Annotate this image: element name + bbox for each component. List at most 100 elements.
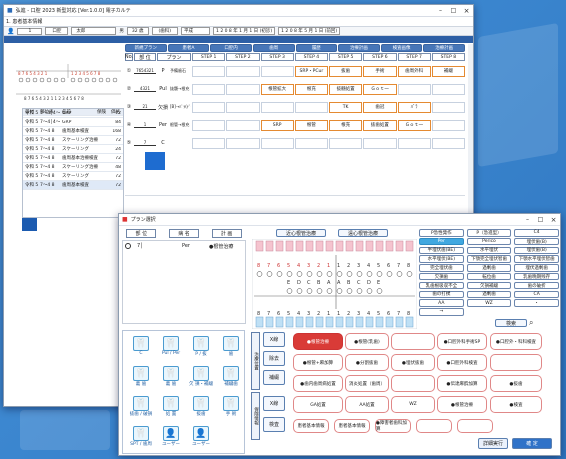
step-cell[interactable] [397,137,431,149]
step-cell[interactable]: Ｇｏｔ一 [397,119,431,131]
bottom-treatment-button[interactable]: 患者基本情報 [293,419,329,433]
disease-button[interactable]: 下顎完全埋伏智歯 [466,255,512,263]
step-cell[interactable] [294,101,328,113]
toolbar-button[interactable]: 歯周 [252,44,295,52]
step-cell[interactable] [431,83,465,95]
step-cell[interactable]: 抜歯 [329,65,363,77]
plan-row[interactable]: ⑤7C [125,135,465,151]
plan-row[interactable]: ③21欠損[B]→ﾊﾞﾗ(ﾃﾞｲ)TK歯冠ﾊﾞﾗ [125,99,465,115]
disease-button[interactable]: 埋伏歯(B) [514,246,559,255]
maximize-icon[interactable]: □ [534,214,547,226]
disease-button[interactable]: Perico [466,237,512,246]
treatment-button[interactable] [391,333,435,350]
bottom-treatment-button[interactable]: ●障害者歯科加算 [375,419,411,433]
treatment-button[interactable] [391,375,435,392]
category-button[interactable]: 🦷 抜歯 [187,394,215,422]
plan-selected-block[interactable] [145,152,165,170]
step-cell[interactable]: 歯冠 [363,101,397,113]
plan-row[interactable]: ② 4321 Pul 抜髄→根充 根管拡大 根充 抜髄処置 Ｇｏｔ一 [125,81,465,97]
disease-button[interactable]: 欠損補綴 [466,281,512,290]
plan-list-row[interactable]: 7│ Per ●根管治療 [123,241,245,251]
step-cell[interactable]: 抜髄処置 [329,83,363,95]
category-button[interactable]: 🦷 欠 損・補綴 [187,364,215,392]
treatment-button[interactable]: ●分割抜歯 [345,354,389,371]
treatment-button[interactable]: ●根管(乳歯) [345,333,389,350]
bottom-treatment-button[interactable]: 患者基本情報 [334,419,370,433]
plan-row[interactable]: ① 7654321 P 予備歯石 SRP・PCur 抜歯 手術 歯周外科 補綴 [125,63,465,79]
step-cell[interactable] [192,119,226,131]
treatment-button[interactable]: ●根管治療 [437,396,487,413]
disease-button[interactable]: WZ [466,299,512,307]
minimize-icon[interactable]: – [521,214,534,226]
treatment-button[interactable]: ●口腔外・科科検査 [490,333,542,350]
treatment-button[interactable]: ●埋伏抜歯 [391,354,435,371]
category-button[interactable]: 🦷 SPT / 歯周 [127,424,155,452]
history-row[interactable]: 令和 5...7〜4 8 スケーリング 72 [23,172,123,181]
step-cell[interactable] [192,83,226,95]
treatment-button[interactable]: ●伝達麻酔加算 [437,375,487,392]
step-cell[interactable] [397,83,431,95]
step-cell[interactable] [192,101,226,113]
treatment-button[interactable]: ●口腔外科手術SP [437,333,487,350]
category-button[interactable]: 🦷 補綴歯 [217,364,245,392]
history-row[interactable]: 令和 5...7〜4 8 スケーリング治療 72 [23,136,123,145]
step-cell[interactable]: 根管 [294,119,328,131]
disease-button[interactable]: 水平埋伏(BE) [419,255,464,263]
toolbar-button[interactable]: 治療計画 [338,44,380,52]
category-button[interactable]: 🦷 P / 抜 [187,334,215,362]
step-cell[interactable] [329,137,363,149]
tab-mesial[interactable]: 近心根管治療 [276,229,326,237]
side-button[interactable]: X線 [263,396,285,411]
step-cell[interactable]: SRP・PCur [294,65,328,77]
step-cell[interactable]: 根充 [294,83,328,95]
step-cell[interactable] [226,137,260,149]
side-button[interactable]: 検査 [263,417,285,432]
detail-run-button[interactable]: 詳細実行 [478,438,508,449]
category-button[interactable]: 🦷 歯 [217,334,245,362]
disease-button[interactable]: 乳歯晩期残存 [514,272,559,281]
step-cell[interactable]: Ｇｏｔ一 [363,83,397,95]
step-cell[interactable] [294,137,328,149]
step-cell[interactable]: 手術 [363,65,397,77]
step-cell[interactable] [226,101,260,113]
step-cell[interactable]: 根充 [329,119,363,131]
history-row[interactable]: 令和 5...7〜4 8 歯周基本検査 72 [23,181,123,190]
step-cell[interactable]: ﾊﾞﾗ [397,101,431,113]
category-button[interactable]: 👤 ユーザー [157,424,185,452]
treatment-button[interactable]: 消炎処置（歯周） [345,375,389,392]
disease-button[interactable]: 完全埋伏歯 [419,264,464,272]
history-row[interactable]: 令和 5...7～4│4～7GRP 72 [23,109,123,118]
side-button[interactable]: 補綴 [263,370,285,385]
search-icon[interactable]: ⌕ [529,318,539,328]
disease-button[interactable]: C4 [514,229,559,237]
disease-button[interactable]: 過剰歯 [466,264,512,272]
disease-button[interactable]: 乳歯根吸収不全 [419,281,464,290]
toolbar-button[interactable]: 患者A [167,44,210,52]
disease-button[interactable]: P急性発作 [419,229,464,237]
step-cell[interactable]: TK [329,101,363,113]
treatment-button[interactable]: ●根管治療 [293,333,343,350]
step-cell[interactable] [192,65,226,77]
step-cell[interactable] [260,137,294,149]
step-cell[interactable]: 根管拡大 [260,83,294,95]
history-row[interactable]: 令和 5...7〜4 8 歯周基本検査 168 [23,127,123,136]
step-cell[interactable] [226,65,260,77]
step-cell[interactable] [260,65,294,77]
history-row[interactable]: 令和 5...7〜4 8 スケーリング治療 48 [23,163,123,172]
disease-button[interactable]: 転位歯 [466,272,512,281]
treatment-button[interactable]: GA処置 [293,396,343,413]
treatment-button[interactable] [490,354,542,371]
side-button[interactable]: X線 [263,332,285,347]
patient-no-field[interactable]: 1 [17,27,43,35]
category-button[interactable]: 🦷 手 術 [217,394,245,422]
treatment-button[interactable]: ●検査 [490,396,542,413]
category-button[interactable]: 🦷 義 歯 [127,364,155,392]
disease-button[interactable]: ・ [514,299,559,307]
history-row[interactable]: 令和 5...7〜4 8 歯周基本治療検査 72 [23,154,123,163]
disease-button[interactable]: 半埋伏歯(BE) [419,246,464,255]
disease-button[interactable]: AA [419,299,464,307]
category-button[interactable]: 👤 ユーザー [187,424,215,452]
close-icon[interactable]: × [547,214,560,226]
treatment-button[interactable]: ●抜歯 [490,375,542,392]
treatment-button[interactable]: WZ [391,396,435,413]
